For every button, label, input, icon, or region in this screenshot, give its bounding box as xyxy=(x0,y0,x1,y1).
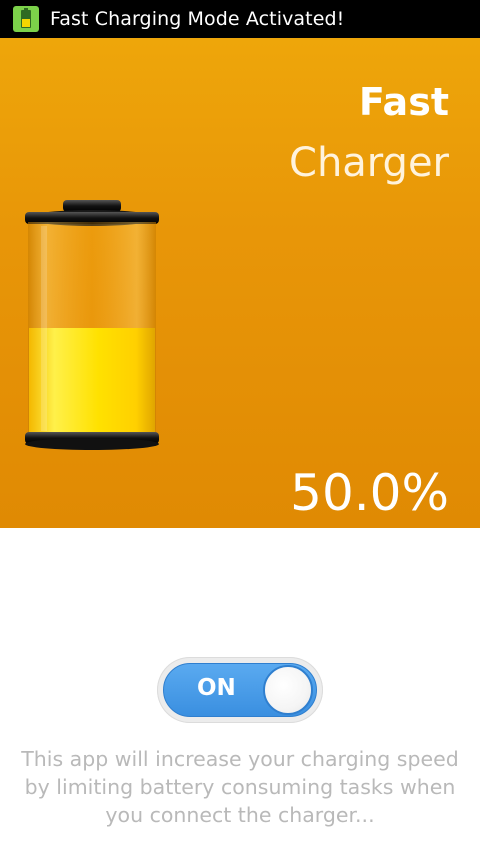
status-bar: Fast Charging Mode Activated! xyxy=(0,0,480,38)
battery-percentage: 50.0% xyxy=(290,464,449,522)
app-title-charger: Charger xyxy=(289,140,449,186)
toggle-label: ON xyxy=(197,675,236,701)
toggle-knob[interactable] xyxy=(263,665,313,715)
app-battery-icon xyxy=(13,6,39,32)
notification-title: Fast Charging Mode Activated! xyxy=(50,8,345,30)
description-text: This app will increase your charging spe… xyxy=(21,747,459,827)
battery-graphic xyxy=(23,198,161,453)
app-title-fast: Fast xyxy=(358,80,449,124)
battery-fill-level xyxy=(29,328,155,434)
fast-charge-toggle[interactable]: ON xyxy=(157,657,323,723)
hero-panel: Fast Charger 50.0% xyxy=(0,38,480,528)
